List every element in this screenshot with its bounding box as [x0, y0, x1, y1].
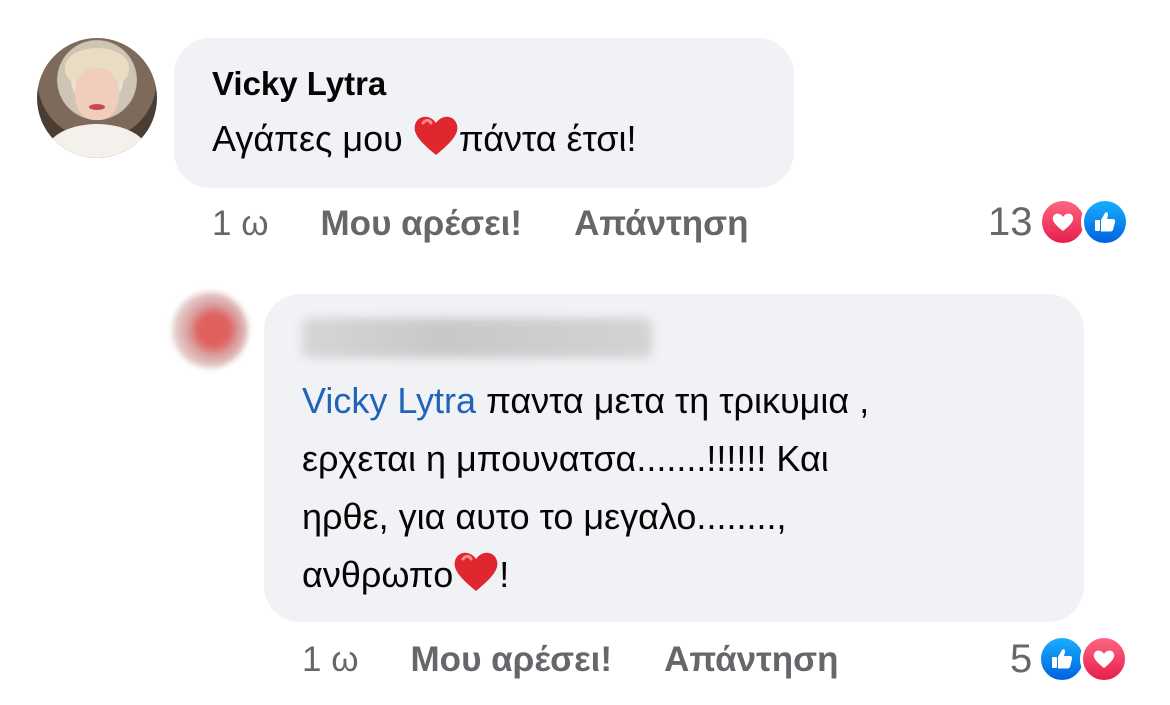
avatar[interactable]	[37, 38, 157, 158]
heart-emoji-icon	[414, 116, 458, 155]
reply-line-2: ερχεται η μπουνατσα.......!!!!!! Και	[302, 438, 829, 479]
comment-actions: 1 ω Μου αρέσει! Απάντηση	[212, 204, 800, 244]
like-button[interactable]: Μου αρέσει!	[321, 204, 523, 244]
reply-like-button[interactable]: Μου αρέσει!	[411, 640, 613, 680]
love-reaction-icon	[1080, 635, 1129, 683]
reply-bubble: Vicky Lytra παντα μετα τη τρικυμια , ερχ…	[264, 294, 1084, 622]
reaction-summary[interactable]: 13	[988, 198, 1129, 246]
comment-text-end: πάντα έτσι!	[458, 118, 637, 159]
reaction-count: 13	[988, 199, 1033, 244]
like-reaction-icon	[1038, 635, 1087, 683]
reply-line-3: ηρθε, για αυτο το μεγαλο........,	[302, 496, 787, 537]
comment-text: Αγάπες μου πάντα έτσι!	[212, 110, 756, 168]
comment-bubble: Vicky Lytra Αγάπες μου πάντα έτσι!	[174, 38, 794, 188]
comment-time[interactable]: 1 ω	[212, 204, 269, 244]
comment-author[interactable]: Vicky Lytra	[212, 64, 756, 104]
comments-thread: Vicky Lytra Αγάπες μου πάντα έτσι! 1 ω Μ…	[0, 0, 1170, 705]
heart-emoji-icon	[454, 552, 498, 591]
reply-line-1-text: παντα μετα τη τρικυμια ,	[476, 380, 870, 421]
mention-link[interactable]: Vicky Lytra	[302, 380, 476, 421]
reply-avatar[interactable]	[172, 292, 248, 368]
reply-line-4-text: ανθρωπο	[302, 554, 454, 595]
reply-button[interactable]: Απάντηση	[574, 204, 748, 244]
reply-time[interactable]: 1 ω	[302, 640, 359, 680]
reply-line-4: ανθρωπο!	[302, 546, 1046, 604]
reply-reaction-summary[interactable]: 5	[1010, 635, 1129, 683]
reply-actions: 1 ω Μου αρέσει! Απάντηση	[302, 640, 890, 680]
love-reaction-icon	[1038, 198, 1087, 246]
reply-reaction-count: 5	[1010, 636, 1033, 681]
blurred-author-name	[302, 318, 652, 358]
reply-line-4-end: !	[499, 554, 510, 595]
comment-text-start: Αγάπες μου	[212, 118, 413, 159]
reply-line-1: Vicky Lytra παντα μετα τη τρικυμια ,	[302, 372, 1046, 430]
reply-reply-button[interactable]: Απάντηση	[664, 640, 838, 680]
like-reaction-icon	[1080, 198, 1129, 246]
